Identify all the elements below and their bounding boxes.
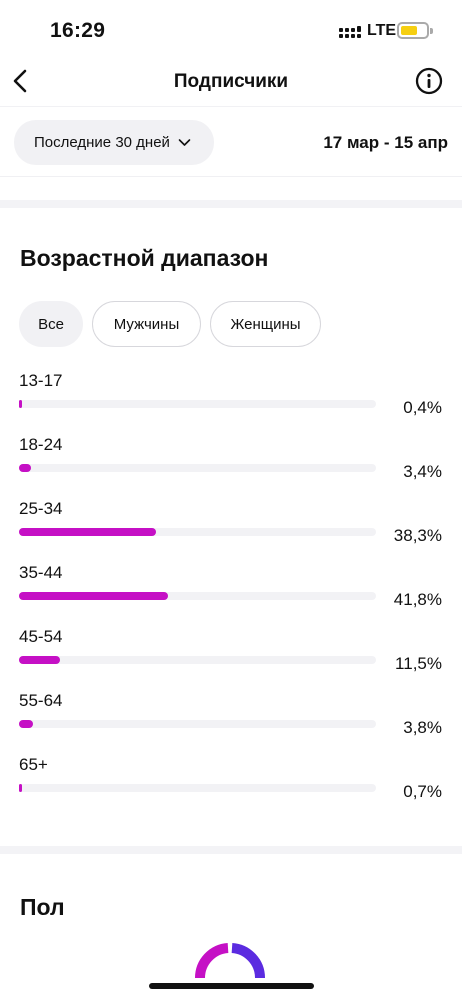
section-separator xyxy=(0,846,462,854)
age-range-label: 18-24 xyxy=(19,435,63,454)
age-bar-track xyxy=(19,528,376,536)
info-icon xyxy=(415,67,443,95)
age-row: 13-17 0,4% xyxy=(0,371,462,435)
age-bar-fill xyxy=(19,656,61,664)
age-bar-track xyxy=(19,400,376,408)
age-percent: 0,4% xyxy=(403,398,442,417)
gender-donut-chart xyxy=(195,943,265,979)
age-range-label: 55-64 xyxy=(19,691,63,710)
period-label: Последние 30 дней xyxy=(34,134,170,151)
cellular-signal-icon xyxy=(339,26,361,38)
age-range-label: 13-17 xyxy=(19,371,63,390)
age-section-title: Возрастной диапазон xyxy=(20,245,269,271)
chevron-down-icon xyxy=(178,139,191,146)
age-range-label: 65+ xyxy=(19,755,48,774)
divider xyxy=(0,106,462,107)
age-range-label: 45-54 xyxy=(19,627,63,646)
age-bar-track xyxy=(19,464,376,472)
home-indicator xyxy=(149,983,314,989)
age-percent: 0,7% xyxy=(403,782,442,801)
age-bar-track xyxy=(19,784,376,792)
divider xyxy=(0,176,462,177)
battery-icon xyxy=(397,22,429,39)
age-percent: 3,4% xyxy=(403,462,442,481)
age-row: 35-44 41,8% xyxy=(0,563,462,627)
age-row: 65+ 0,7% xyxy=(0,755,462,819)
age-bar-fill xyxy=(19,720,33,728)
period-dropdown[interactable]: Последние 30 дней xyxy=(14,120,214,165)
section-separator xyxy=(0,200,462,208)
age-bar-track xyxy=(19,592,376,600)
gender-donut-segment-male xyxy=(231,943,265,979)
age-row: 55-64 3,8% xyxy=(0,691,462,755)
age-row: 25-34 38,3% xyxy=(0,499,462,563)
gender-donut-segment-female xyxy=(195,943,229,979)
age-bar-fill xyxy=(19,464,32,472)
page-title: Подписчики xyxy=(173,71,289,92)
age-row: 45-54 11,5% xyxy=(0,627,462,691)
tab-women[interactable]: Женщины xyxy=(210,301,321,347)
age-range-label: 35-44 xyxy=(19,563,63,582)
age-bar-fill xyxy=(19,592,169,600)
tab-men[interactable]: Мужчины xyxy=(92,301,201,347)
network-type: LTE xyxy=(367,22,397,39)
date-range: 17 мар - 15 апр xyxy=(323,133,448,152)
age-bar-fill xyxy=(19,784,22,792)
gender-section-title: Пол xyxy=(20,894,65,920)
battery-level xyxy=(401,26,417,35)
battery-cap xyxy=(430,28,433,34)
age-bar-track xyxy=(19,720,376,728)
age-percent: 11,5% xyxy=(395,654,442,673)
age-row: 18-24 3,4% xyxy=(0,435,462,499)
age-bar-fill xyxy=(19,528,156,536)
age-bar-fill xyxy=(19,400,22,408)
status-time: 16:29 xyxy=(50,19,106,42)
age-percent: 3,8% xyxy=(403,718,442,737)
age-percent: 41,8% xyxy=(393,590,442,609)
nav-bar: Подписчики xyxy=(0,60,462,106)
status-bar: 16:29 LTE xyxy=(0,0,462,60)
tab-all[interactable]: Все xyxy=(19,301,83,347)
info-button[interactable] xyxy=(414,66,444,96)
age-bar-track xyxy=(19,656,376,664)
age-range-label: 25-34 xyxy=(19,499,63,518)
age-percent: 38,3% xyxy=(393,526,442,545)
